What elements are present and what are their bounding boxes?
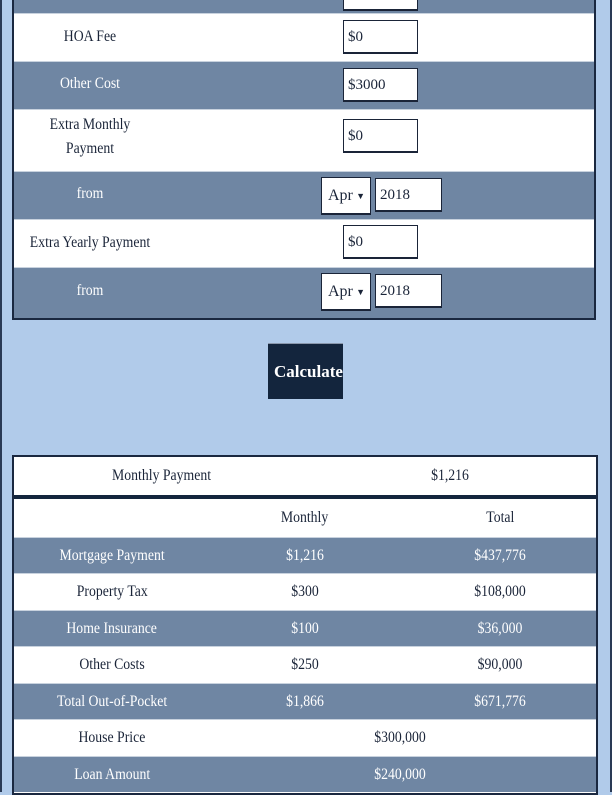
extra-monthly-from-year-input[interactable]: 2018 bbox=[375, 178, 442, 212]
monthly-payment-value: $1,216 bbox=[431, 467, 469, 484]
extra-yearly-payment-label: Extra Yearly Payment bbox=[29, 234, 151, 251]
form-row-extra-monthly-payment: Extra Monthly Payment $0 bbox=[14, 109, 594, 171]
other-cost-input[interactable]: $3000 bbox=[343, 68, 418, 102]
dropdown-arrow-icon: ▼ bbox=[356, 191, 365, 201]
house-price-row: House Price $300,000 bbox=[14, 719, 596, 755]
extra-yearly-from-month-select[interactable]: Apr ▼ bbox=[321, 273, 371, 311]
loan-amount-label: Loan Amount bbox=[73, 766, 151, 783]
extra-yearly-from-label: from bbox=[76, 282, 104, 299]
row-monthly: $250 bbox=[291, 656, 319, 673]
row-label: Property Tax bbox=[76, 583, 148, 600]
extra-monthly-from-month-value: Apr bbox=[328, 187, 353, 204]
table-row: Total Out-of-Pocket $1,866 $671,776 bbox=[14, 683, 596, 719]
row-label: Total Out-of-Pocket bbox=[56, 693, 168, 710]
row-total: $437,776 bbox=[474, 547, 526, 564]
calculate-button[interactable]: Calculate bbox=[268, 343, 343, 399]
hoa-fee-input[interactable]: $0 bbox=[343, 20, 418, 54]
results-header-row: Monthly Total bbox=[14, 499, 596, 537]
table-row: Property Tax $300 $108,000 bbox=[14, 573, 596, 609]
table-row: Other Costs $250 $90,000 bbox=[14, 646, 596, 682]
hoa-fee-label: HOA Fee bbox=[63, 28, 117, 45]
extra-monthly-from-month-select[interactable]: Apr ▼ bbox=[321, 177, 371, 215]
extra-monthly-payment-label-line1: Extra Monthly bbox=[49, 116, 131, 133]
extra-yearly-from-month-value: Apr bbox=[328, 283, 353, 300]
form-row-extra-yearly-from: from Apr ▼ 2018 bbox=[14, 267, 594, 318]
header-blank bbox=[14, 499, 210, 537]
results-table: Monthly Payment $1,216 Monthly Total Mor… bbox=[12, 455, 598, 795]
extra-monthly-payment-label-line2: Payment bbox=[65, 140, 115, 157]
monthly-payment-label: Monthly Payment bbox=[112, 467, 212, 484]
row-label: Other Costs bbox=[79, 656, 145, 673]
row-monthly: $100 bbox=[291, 620, 319, 637]
header-total: Total bbox=[485, 509, 515, 526]
row-total: $108,000 bbox=[474, 583, 526, 600]
form-row-extra-yearly-payment: Extra Yearly Payment $0 bbox=[14, 219, 594, 267]
row-total: $90,000 bbox=[477, 656, 523, 673]
extra-yearly-payment-input[interactable]: $0 bbox=[343, 225, 418, 259]
loan-input-form: HOA Fee $0 Other Cost $3000 Extra Monthl… bbox=[12, 0, 596, 320]
extra-monthly-from-label: from bbox=[76, 185, 104, 202]
partial-input[interactable] bbox=[343, 0, 418, 11]
other-cost-label: Other Cost bbox=[59, 75, 121, 92]
house-price-value: $300,000 bbox=[374, 729, 426, 746]
dropdown-arrow-icon: ▼ bbox=[356, 287, 365, 297]
row-label: Home Insurance bbox=[66, 620, 158, 637]
table-row: Home Insurance $100 $36,000 bbox=[14, 610, 596, 646]
extra-yearly-from-year-input[interactable]: 2018 bbox=[375, 274, 442, 308]
row-monthly: $1,216 bbox=[286, 547, 324, 564]
table-row: Mortgage Payment $1,216 $437,776 bbox=[14, 537, 596, 573]
row-total: $671,776 bbox=[474, 693, 526, 710]
form-row-extra-monthly-from: from Apr ▼ 2018 bbox=[14, 171, 594, 219]
row-total: $36,000 bbox=[477, 620, 523, 637]
row-label: Mortgage Payment bbox=[59, 547, 165, 564]
form-row-other-cost: Other Cost $3000 bbox=[14, 61, 594, 109]
extra-monthly-payment-input[interactable]: $0 bbox=[343, 119, 418, 153]
header-monthly: Monthly bbox=[281, 509, 329, 526]
row-monthly: $300 bbox=[291, 583, 319, 600]
house-price-label: House Price bbox=[78, 729, 146, 746]
form-row-partial bbox=[14, 0, 594, 13]
page-left-border bbox=[0, 0, 2, 792]
monthly-payment-summary-row: Monthly Payment $1,216 bbox=[14, 457, 596, 499]
loan-amount-value: $240,000 bbox=[374, 766, 426, 783]
form-row-hoa-fee: HOA Fee $0 bbox=[14, 13, 594, 61]
loan-amount-row: Loan Amount $240,000 bbox=[14, 756, 596, 792]
row-monthly: $1,866 bbox=[286, 693, 324, 710]
